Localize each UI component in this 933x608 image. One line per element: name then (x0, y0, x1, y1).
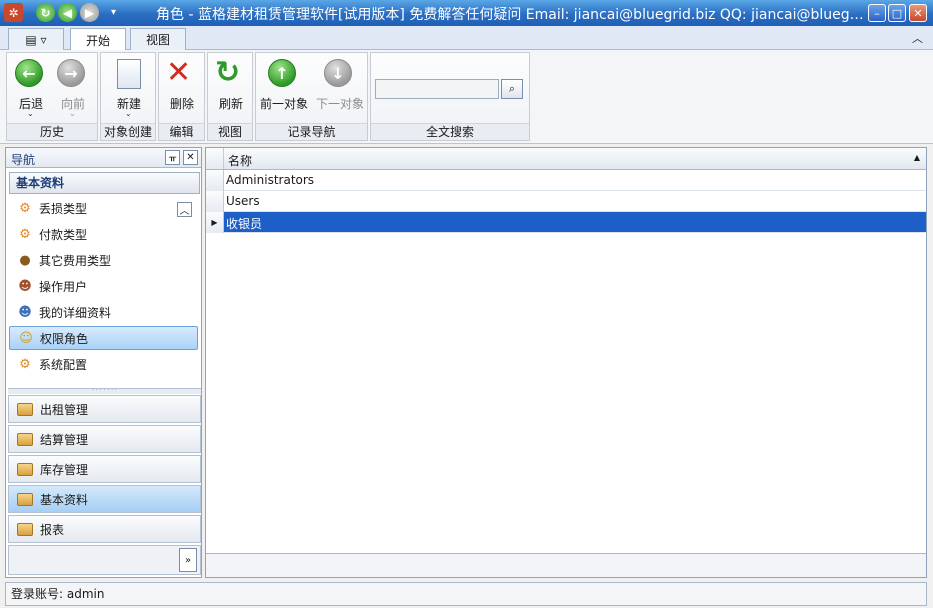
nav-item-system-config[interactable]: ⚙ 系统配置 (9, 352, 198, 376)
nav-splitter[interactable]: · · · · · · · (8, 388, 201, 394)
nav-bar-inventory[interactable]: 库存管理 (8, 455, 201, 483)
nav-title: 导航 (11, 153, 36, 167)
group-view: ↻ 刷新 视图 (207, 52, 253, 141)
mask-icon: ☺ (19, 330, 33, 346)
back-dropdown-icon[interactable]: ⌄ (27, 109, 34, 118)
refresh-quick-icon[interactable]: ↻ (36, 3, 55, 22)
new-document-icon (117, 59, 141, 89)
group-edit: ✕ 删除 编辑 (158, 52, 205, 141)
header-indicator (206, 148, 224, 169)
back-quick-icon[interactable]: ◀ (58, 3, 77, 22)
search-input[interactable] (375, 79, 499, 99)
app-menu-button[interactable]: ▤ ▿ (8, 28, 64, 50)
up-arrow-icon: ↑ (268, 59, 296, 87)
folder-icon (17, 492, 33, 506)
grid-footer (206, 553, 926, 577)
folder-icon (17, 522, 33, 536)
pin-button[interactable]: ᚂ (165, 150, 180, 165)
nav-item-operator-users[interactable]: ☻ 操作用户 (9, 274, 198, 298)
pin-icon: ᚂ (168, 152, 177, 163)
money-bag-icon: ● (19, 252, 31, 268)
prev-object-button[interactable]: ↑ 前一对象 (260, 57, 308, 121)
close-nav-button[interactable]: ✕ (183, 150, 198, 165)
nav-header: 导航 ᚂ ✕ (6, 148, 201, 168)
group-create: 新建 ⌄ 对象创建 (100, 52, 156, 141)
nav-item-other-fee-type[interactable]: ● 其它费用类型 (9, 248, 198, 272)
row-indicator[interactable] (206, 170, 224, 191)
close-button[interactable]: ✕ (909, 4, 927, 22)
collapse-ribbon-icon[interactable]: ︿ (912, 30, 923, 46)
table-row[interactable]: ▶ 收银员 (206, 212, 926, 233)
nav-item-loss-type[interactable]: ⚙ 丢损类型 (9, 196, 198, 220)
nav-bar-basic-data[interactable]: 基本资料 (8, 485, 201, 513)
binoculars-icon: ⌕ (508, 82, 516, 95)
table-row[interactable]: Users (206, 191, 926, 212)
roles-grid: 名称 ▲ Administrators Users ▶ 收银员 (205, 147, 927, 578)
new-dropdown-icon[interactable]: ⌄ (125, 109, 132, 118)
nav-bar-rental[interactable]: 出租管理 (8, 395, 201, 423)
delete-x-icon: ✕ (166, 55, 192, 90)
minimize-button[interactable]: – (868, 4, 886, 22)
maximize-button[interactable]: □ (888, 4, 906, 22)
nav-expand-button[interactable]: » (179, 548, 197, 572)
nav-bar-reports[interactable]: 报表 (8, 515, 201, 543)
folder-icon (17, 432, 33, 446)
down-arrow-icon: ↓ (324, 59, 352, 87)
group-record-navigation: ↑ 前一对象 ↓ 下一对象 记录导航 (255, 52, 368, 141)
nav-item-permission-roles[interactable]: ☺ 权限角色 (9, 326, 198, 350)
status-bar: 登录账号: admin (5, 582, 927, 606)
gear-icon: ⚙ (19, 356, 31, 372)
login-account-text: 登录账号: admin (11, 587, 105, 601)
new-button[interactable]: 新建 ⌄ (107, 57, 151, 121)
row-indicator[interactable] (206, 191, 224, 212)
group-history: ← 后退 ⌄ → 向前 ⌄ 历史 (6, 52, 98, 141)
refresh-button[interactable]: ↻ 刷新 (209, 57, 253, 121)
delete-button[interactable]: ✕ 删除 (160, 57, 204, 121)
search-go-button[interactable]: ⌕ (501, 79, 523, 99)
back-arrow-icon: ← (15, 59, 43, 87)
nav-bar-settlement[interactable]: 结算管理 (8, 425, 201, 453)
window-title: 角色 - 蓝格建材租赁管理软件[试用版本] 免费解答任何疑问 Email: ji… (156, 7, 864, 23)
ribbon-tab-bar: ▤ ▿ 开始 视图 ︿ (0, 26, 933, 51)
table-row[interactable]: Administrators (206, 170, 926, 191)
user-icon: ☻ (18, 278, 32, 294)
forward-quick-icon[interactable]: ▶ (80, 3, 99, 22)
group-fulltext-search: ⌕ 全文搜索 (370, 52, 530, 141)
next-object-button[interactable]: ↓ 下一对象 (316, 57, 364, 121)
double-chevron-right-icon: » (184, 554, 192, 566)
grid-header: 名称 ▲ (206, 148, 926, 170)
forward-button[interactable]: → 向前 ⌄ (51, 57, 95, 121)
navigation-panel: 导航 ᚂ ✕ 基本资料 ︿ ⚙ 丢损类型 ⚙ 付款类型 ● 其它费用类型 ☻ 操… (5, 147, 202, 578)
column-header-name[interactable]: 名称 (228, 152, 252, 169)
nav-group-header[interactable]: 基本资料 (9, 172, 200, 194)
row-indicator[interactable]: ▶ (206, 212, 224, 233)
forward-arrow-icon: → (57, 59, 85, 87)
sort-ascending-icon: ▲ (913, 153, 920, 162)
gear-icon: ⚙ (19, 200, 31, 216)
folder-icon (17, 402, 33, 416)
tab-view[interactable]: 视图 (130, 28, 186, 50)
nav-item-payment-type[interactable]: ⚙ 付款类型 (9, 222, 198, 246)
tab-start[interactable]: 开始 (70, 28, 126, 51)
folder-icon (17, 462, 33, 476)
ribbon: ← 后退 ⌄ → 向前 ⌄ 历史 新建 ⌄ 对象创建 ✕ 删除 编辑 ↻ 刷新 … (0, 50, 933, 144)
refresh-icon: ↻ (215, 55, 241, 90)
app-logo-icon[interactable]: ✲ (4, 3, 23, 22)
close-icon: ✕ (186, 152, 195, 163)
user-icon: ☻ (18, 304, 32, 320)
title-bar: ✲ ↻ ◀ ▶ ▾ 角色 - 蓝格建材租赁管理软件[试用版本] 免费解答任何疑问… (0, 0, 933, 26)
quick-access-dropdown-icon[interactable]: ▾ (104, 3, 123, 22)
current-row-arrow-icon: ▶ (211, 218, 218, 227)
nav-footer: » (8, 545, 201, 575)
forward-dropdown-icon[interactable]: ⌄ (69, 109, 76, 118)
nav-item-my-details[interactable]: ☻ 我的详细资料 (9, 300, 198, 324)
gear-icon: ⚙ (19, 226, 31, 242)
